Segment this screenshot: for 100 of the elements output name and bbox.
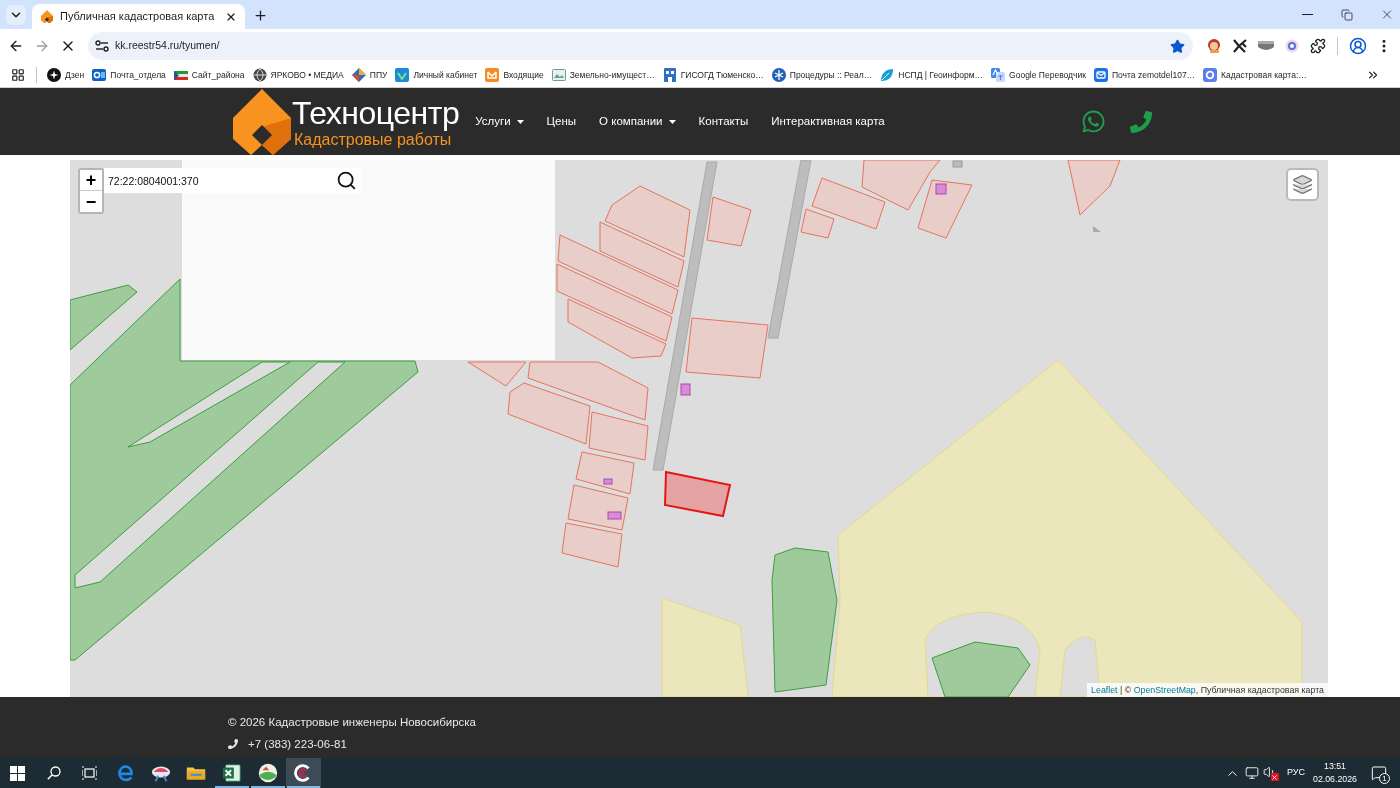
check-tile-icon — [395, 68, 410, 82]
nav-link[interactable]: Цены — [546, 112, 577, 131]
tab-title: Публичная кадастровая карта — [60, 9, 215, 25]
nav-link[interactable]: О компании — [599, 112, 676, 131]
copyright-text: © 2026 Кадастровые инженеры Новосибирска — [228, 715, 477, 729]
bookmark-item[interactable]: Входящие — [481, 64, 548, 86]
phone-icon — [228, 739, 238, 749]
restore-icon — [1341, 8, 1353, 21]
map-background[interactable]: + − 72:22:0804001:370 Leaflet | © OpenStreetMap, Публичная кадастровая карта — [70, 160, 1328, 697]
logo-icon — [41, 9, 53, 24]
browser-tab[interactable]: Публичная кадастровая карта — [32, 4, 246, 29]
search-icon[interactable] — [336, 170, 357, 191]
bookmark-item[interactable]: Земельно-имущест… — [547, 64, 659, 86]
building — [935, 183, 947, 195]
mail-tile-icon — [92, 68, 107, 82]
apps-grid-icon — [11, 68, 25, 82]
bookmark-label: Почта zemotdel107… — [1111, 68, 1196, 82]
forward-arrow-icon — [34, 38, 50, 54]
bookmark-label: Кадастровая карта:… — [1221, 68, 1307, 82]
bookmark-label: Сайт_района — [191, 68, 245, 82]
layers-button[interactable] — [1286, 168, 1319, 201]
notification-icon — [1371, 765, 1387, 781]
bookmark-label: ЯРКОВО • МЕДИА — [270, 68, 344, 82]
bookmark-item[interactable]: Сайт_района — [169, 64, 249, 86]
envelope-tile-icon — [485, 68, 500, 82]
attribution-link[interactable]: Leaflet — [1091, 685, 1118, 695]
apps-button[interactable] — [10, 67, 26, 83]
spreadsheet-icon — [220, 762, 243, 784]
tab-list-button[interactable] — [6, 5, 26, 25]
attribution-link[interactable]: OpenStreetMap — [1133, 685, 1196, 695]
speech-bubble-icon[interactable] — [1081, 109, 1106, 134]
flag-icon — [173, 68, 188, 82]
bookmark-item[interactable]: Почта zemotdel107… — [1089, 64, 1200, 86]
notifications-button[interactable]: 1 — [1368, 762, 1390, 784]
bookmark-label: Земельно-имущест… — [569, 68, 655, 82]
building-icon — [662, 68, 677, 82]
taskbar-app-button[interactable] — [285, 758, 322, 788]
leaf-icon — [880, 68, 895, 82]
monitor-icon[interactable] — [1244, 766, 1259, 780]
logo-tagline: Кадастровые работы — [294, 130, 452, 149]
address-bar[interactable]: kk.reestr54.ru/tyumen/ — [88, 32, 1193, 60]
speaker-muted-icon[interactable] — [1262, 765, 1279, 781]
globe-icon — [252, 68, 267, 82]
bookmark-item[interactable]: ППУ — [347, 64, 392, 86]
bookmark-item[interactable]: Дзен — [43, 64, 89, 86]
bookmark-label: Процедуры :: Реал… — [789, 68, 873, 82]
nav-link[interactable]: Интерактивная карта — [771, 112, 885, 131]
url-text: kk.reestr54.ru/tyumen/ — [115, 38, 220, 54]
clock-button[interactable]: 13:51 02.06.2026 — [1312, 760, 1358, 786]
chevrons-right-icon — [1366, 68, 1380, 82]
plus-icon — [252, 7, 268, 23]
diamond-icon — [351, 68, 366, 82]
envelope-icon — [1093, 68, 1108, 82]
bookmark-item[interactable]: Google Переводчик — [987, 64, 1090, 86]
phone-icon[interactable] — [1130, 110, 1152, 133]
bookmark-label: ППУ — [369, 68, 388, 82]
footer-phone: +7 (383) 223-06-81 — [248, 737, 347, 751]
building — [680, 383, 691, 396]
selected-parcel[interactable] — [663, 470, 732, 518]
search-icon — [46, 766, 61, 780]
bookmark-item[interactable]: Личный кабинет — [391, 64, 482, 86]
ring-tile-icon — [1203, 68, 1218, 82]
bookmark-item[interactable]: ГИСОГД Тюменско… — [658, 64, 768, 86]
nav-link[interactable]: Контакты — [698, 112, 749, 131]
terrain-mark — [1093, 226, 1101, 232]
logo-title: Техноцентр — [292, 94, 460, 131]
nav-link[interactable]: Услуги — [475, 112, 524, 131]
translate-icon — [991, 68, 1006, 82]
bookmark-label: Google Переводчик — [1009, 68, 1086, 82]
zoom-out-button[interactable]: − — [80, 191, 102, 212]
image-frame-icon — [551, 68, 566, 82]
bookmark-item[interactable]: Кадастровая карта:… — [1199, 64, 1311, 86]
restore-button[interactable] — [1340, 6, 1354, 23]
puzzle-icon — [1310, 38, 1326, 54]
bookmark-label: НСПД | Геоинформ… — [898, 68, 984, 82]
avatar-icon — [1349, 37, 1367, 55]
notification-count-badge: 1 — [1379, 773, 1390, 784]
bookmark-star-icon[interactable] — [1170, 38, 1185, 54]
bookmark-label: Почта_отдела — [110, 68, 166, 82]
bookmark-item[interactable]: Процедуры :: Реал… — [767, 64, 877, 86]
bookmark-label: Входящие — [503, 68, 544, 82]
zoom-in-button[interactable]: + — [80, 170, 102, 191]
minimize-icon — [1301, 14, 1313, 15]
building — [952, 160, 963, 168]
bookmark-item[interactable]: ЯРКОВО • МЕДИА — [248, 64, 348, 86]
input-language[interactable]: РУС — [1286, 766, 1305, 780]
bookmark-item[interactable]: Почта_отдела — [88, 64, 170, 86]
map-attribution: Leaflet | © OpenStreetMap, Публичная кадастровая карта — [1087, 683, 1328, 697]
close-icon — [1380, 7, 1394, 22]
emblem-icon — [771, 68, 786, 82]
bookmark-item[interactable]: НСПД | Геоинформ… — [876, 64, 988, 86]
bookmark-label: Дзен — [65, 68, 85, 82]
start-icon — [10, 765, 26, 781]
bookmark-label: Личный кабинет — [413, 68, 478, 82]
building — [603, 478, 613, 485]
layers-icon — [1292, 174, 1313, 195]
building — [607, 511, 622, 520]
bookmark-label: ГИСОГД Тюменско… — [680, 68, 764, 82]
star-circle-icon — [47, 68, 61, 82]
task-view-icon — [81, 766, 97, 780]
